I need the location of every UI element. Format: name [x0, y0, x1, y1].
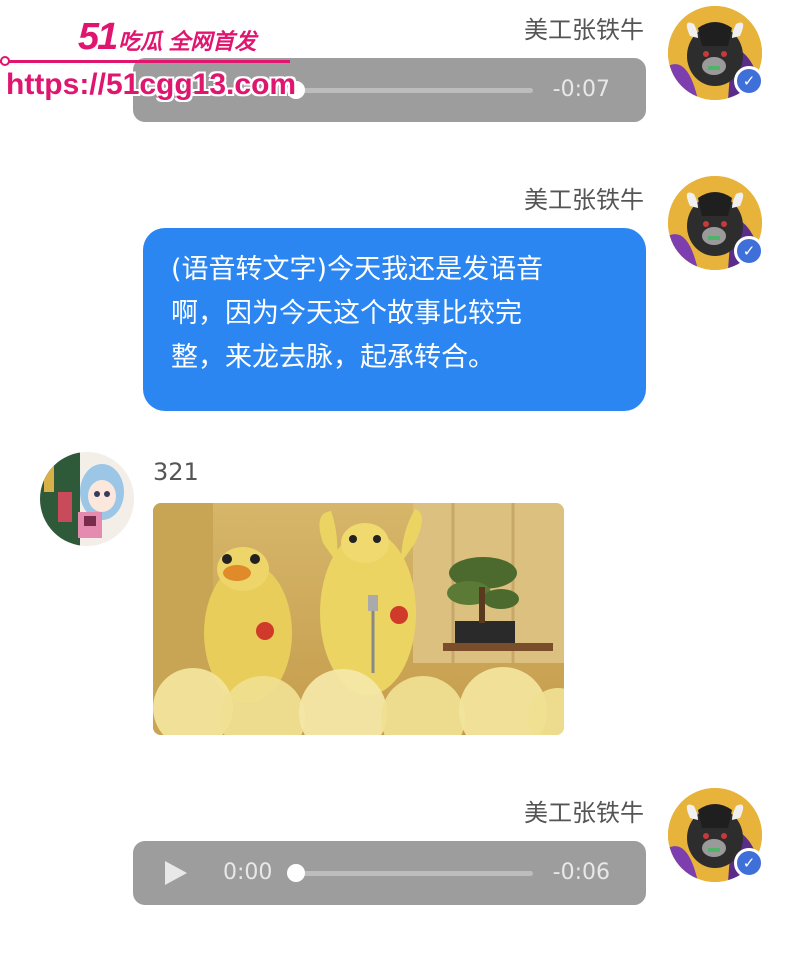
- anime-girl-avatar-icon: [40, 452, 134, 546]
- text-message-bubble[interactable]: (语音转文字)今天我还是发语音 啊，因为今天这个故事比较完 整，来龙去脉，起承转…: [143, 228, 646, 411]
- dancing-chickens-gif-icon: [153, 503, 564, 735]
- sender-name: 美工张铁牛: [524, 16, 644, 44]
- sender-name: 美工张铁牛: [524, 799, 644, 827]
- play-icon[interactable]: [165, 861, 187, 885]
- sender-name: 美工张铁牛: [524, 186, 644, 214]
- audio-progress-track[interactable]: [293, 871, 533, 876]
- watermark-dot: [0, 56, 10, 66]
- verified-check-icon: ✓: [734, 66, 764, 96]
- watermark-url: https://51cgg13.com: [6, 68, 297, 101]
- avatar[interactable]: ✓: [668, 788, 764, 882]
- avatar[interactable]: ✓: [668, 176, 764, 270]
- avatar[interactable]: ✓: [668, 6, 764, 100]
- watermark-brand-text: 吃瓜 全网首发: [118, 29, 257, 54]
- message-line: (语音转文字)今天我还是发语音: [171, 254, 544, 285]
- image-message[interactable]: [153, 503, 564, 735]
- audio-remaining-time: -0:07: [552, 77, 610, 102]
- watermark-brand: 51吃瓜 全网首发: [78, 16, 256, 59]
- audio-current-time: 0:00: [223, 860, 273, 885]
- avatar-image: [40, 452, 134, 546]
- watermark: 51吃瓜 全网首发 https://51cgg13.com: [0, 10, 300, 110]
- sender-name: 321: [153, 458, 199, 486]
- verified-check-icon: ✓: [734, 848, 764, 878]
- audio-progress-knob[interactable]: [287, 864, 305, 882]
- audio-progress-track[interactable]: [293, 88, 533, 93]
- avatar[interactable]: [40, 452, 134, 546]
- watermark-brand-number: 51: [78, 16, 118, 58]
- audio-remaining-time: -0:06: [552, 860, 610, 885]
- message-line: 整，来龙去脉，起承转合。: [171, 342, 495, 373]
- audio-message[interactable]: 0:00 -0:06: [133, 841, 646, 905]
- message-line: 啊，因为今天这个故事比较完: [171, 298, 522, 329]
- watermark-line: [0, 60, 290, 63]
- verified-check-icon: ✓: [734, 236, 764, 266]
